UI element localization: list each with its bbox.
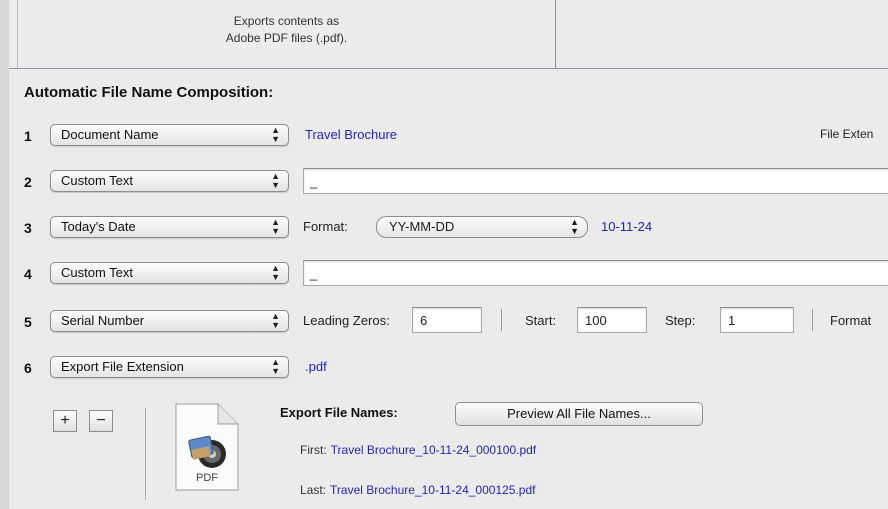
custom-text-field-4[interactable]: _ [303, 260, 888, 286]
pdf-icon-caption: PDF [196, 472, 218, 484]
start-field[interactable]: 100 [577, 307, 647, 333]
component-popup-3[interactable]: Today's Date ▲ ▼ [50, 216, 289, 238]
leading-zeros-label: Leading Zeros: [303, 313, 390, 328]
component-popup-5[interactable]: Serial Number ▲ ▼ [50, 310, 289, 332]
first-file-name-value: Travel Brochure_10-11-24_000100.pdf [330, 443, 537, 457]
row-number: 1 [24, 128, 32, 144]
first-label: First: [300, 443, 327, 457]
vertical-divider [145, 408, 146, 500]
file-extension-label: File Exten [820, 127, 874, 141]
composition-row-5: 5 Serial Number ▲ ▼ Leading Zeros: 6 Star… [0, 307, 888, 337]
row-number: 2 [24, 174, 32, 190]
last-label: Last: [300, 483, 327, 497]
row-number: 4 [24, 266, 32, 282]
popup-label: Custom Text [61, 173, 134, 188]
custom-text-value: _ [310, 266, 318, 281]
leading-zeros-value: 6 [420, 313, 428, 328]
dialog-frame [9, 0, 888, 509]
composition-row-4: 4 Custom Text ▲ ▼ _ [0, 259, 888, 289]
step-field[interactable]: 1 [720, 307, 794, 333]
popup-label: Today's Date [61, 219, 136, 234]
date-format-label: Format: [303, 219, 348, 234]
composition-row-2: 2 Custom Text ▲ ▼ _ [0, 167, 888, 197]
date-format-value: YY-MM-DD [389, 219, 455, 234]
start-label: Start: [525, 313, 557, 328]
format-description-line2: Adobe PDF files (.pdf). [225, 31, 348, 45]
section-title: Automatic File Name Composition: [24, 84, 274, 101]
popup-label: Document Name [61, 127, 159, 142]
preview-all-file-names-button[interactable]: Preview All File Names... [455, 402, 703, 426]
date-format-popup[interactable]: YY-MM-DD ▲ ▼ [376, 216, 588, 238]
composition-row-6: 6 Export File Extension ▲ ▼ .pdf [0, 353, 888, 383]
up-down-arrows-icon: ▲ ▼ [271, 171, 280, 190]
format-description-line1: Exports contents as [233, 14, 340, 28]
component-popup-6[interactable]: Export File Extension ▲ ▼ [50, 356, 289, 378]
custom-text-value: _ [310, 174, 318, 189]
popup-label: Export File Extension [61, 359, 184, 374]
last-file-name-value: Travel Brochure_10-11-24_000125.pdf [330, 483, 536, 497]
remove-row-button[interactable]: − [89, 410, 113, 432]
up-down-arrows-icon: ▲ ▼ [271, 125, 280, 144]
up-down-arrows-icon: ▲ ▼ [570, 217, 579, 236]
date-preview-value: 10-11-24 [601, 219, 653, 234]
first-file-name-row: First: Travel Brochure_10-11-24_000100.pd… [300, 443, 536, 457]
row-number: 6 [24, 360, 32, 376]
start-value: 100 [585, 313, 607, 328]
add-row-button[interactable]: + [53, 410, 77, 432]
format-description: Exports contents as Adobe PDF files (.pd… [18, 13, 555, 47]
export-file-names-label: Export File Names: [280, 405, 398, 420]
up-down-arrows-icon: ▲ ▼ [271, 357, 280, 376]
step-label: Step: [665, 313, 696, 328]
component-popup-4[interactable]: Custom Text ▲ ▼ [50, 262, 289, 284]
format-preview-panel: Exports contents as Adobe PDF files (.pd… [9, 0, 888, 69]
up-down-arrows-icon: ▲ ▼ [271, 217, 280, 236]
custom-text-field-2[interactable]: _ [303, 168, 888, 194]
pdf-document-icon: PDF [172, 402, 242, 492]
composition-row-3: 3 Today's Date ▲ ▼ Format: YY-MM-DD ▲ ▼ 10… [0, 213, 888, 243]
document-name-value: Travel Brochure [305, 127, 397, 142]
up-down-arrows-icon: ▲ ▼ [271, 263, 280, 282]
serial-format-label: Format [830, 313, 872, 328]
divider [501, 309, 502, 331]
composition-row-1: 1 Document Name ▲ ▼ Travel Brochure File … [0, 121, 888, 151]
up-down-arrows-icon: ▲ ▼ [271, 311, 280, 330]
row-number: 5 [24, 314, 32, 330]
popup-label: Serial Number [61, 313, 145, 328]
step-value: 1 [728, 313, 736, 328]
extension-value: .pdf [305, 359, 327, 374]
component-popup-1[interactable]: Document Name ▲ ▼ [50, 124, 289, 146]
popup-label: Custom Text [61, 265, 134, 280]
divider [812, 309, 813, 331]
format-description-cell[interactable]: Exports contents as Adobe PDF files (.pd… [17, 0, 556, 68]
last-file-name-row: Last: Travel Brochure_10-11-24_000125.pdf [300, 483, 536, 497]
row-number: 3 [24, 220, 32, 236]
component-popup-2[interactable]: Custom Text ▲ ▼ [50, 170, 289, 192]
leading-zeros-field[interactable]: 6 [412, 307, 482, 333]
